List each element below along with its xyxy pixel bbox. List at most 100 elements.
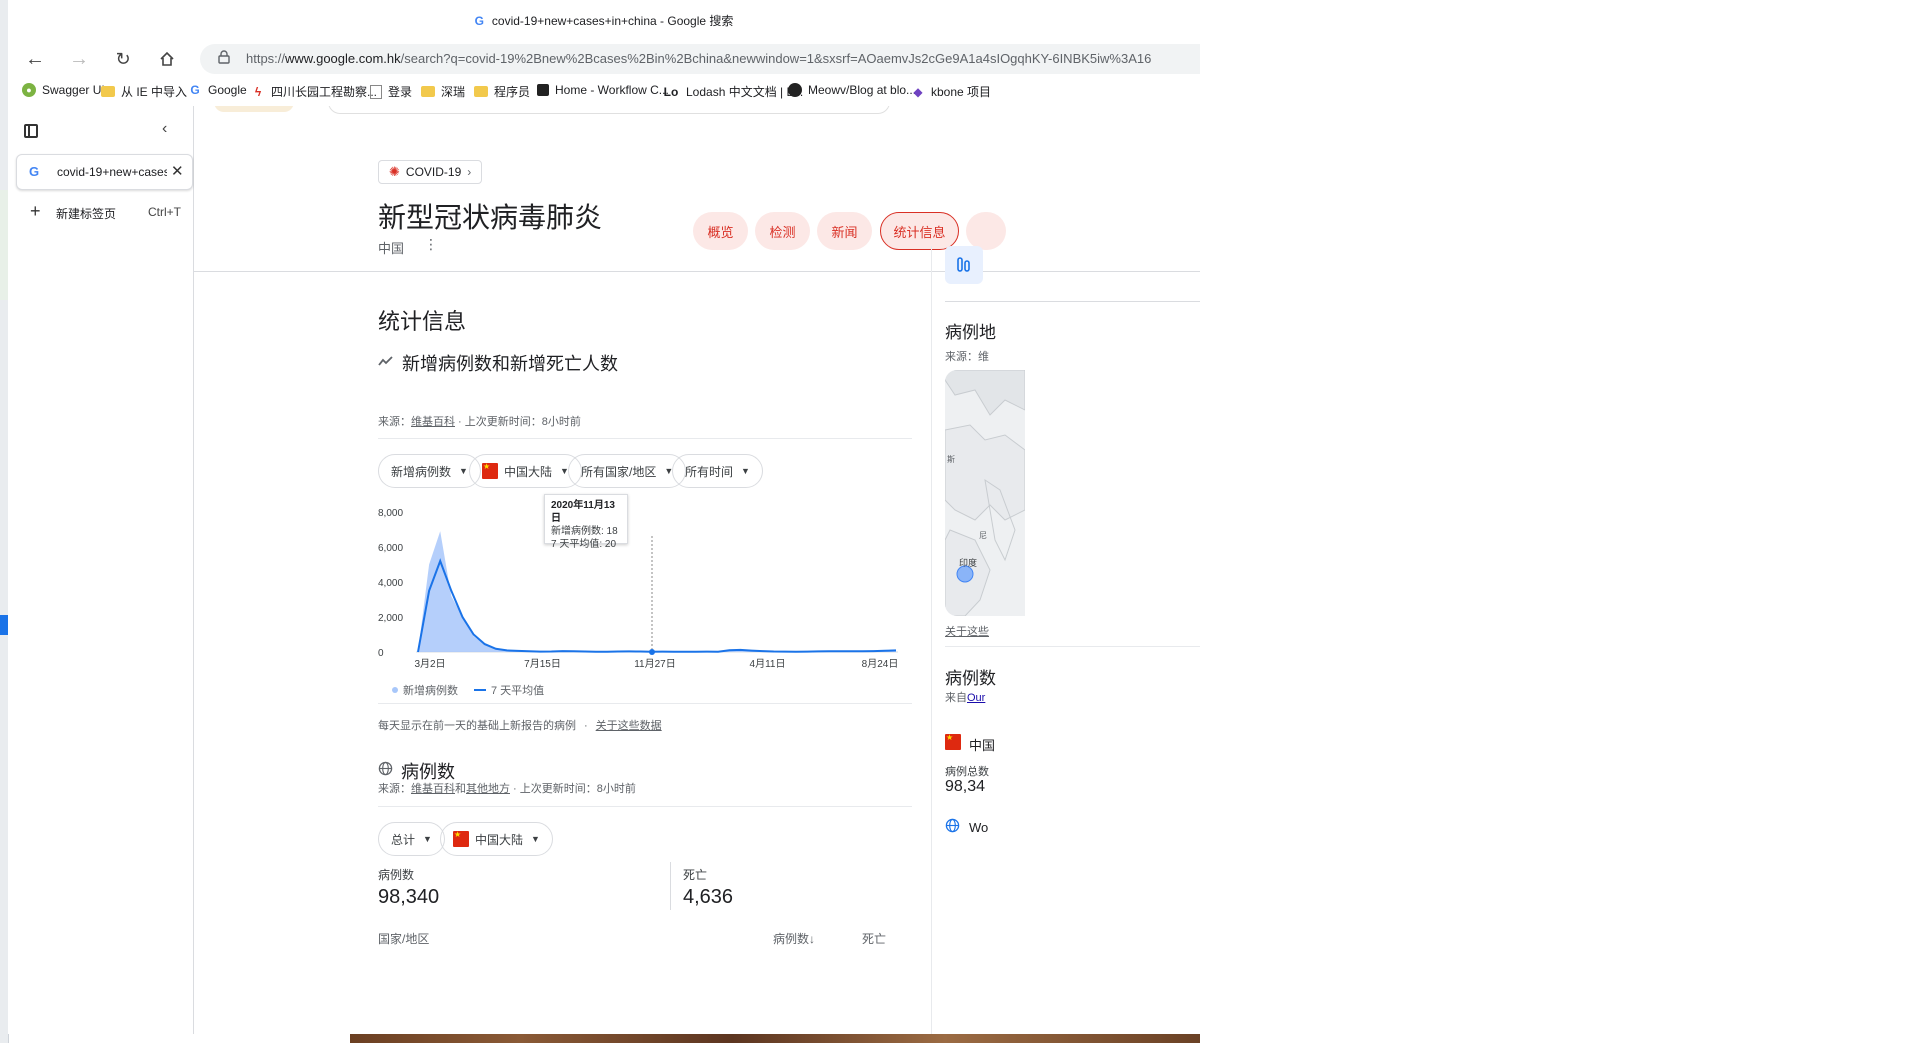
tab-statistics[interactable]: 统计信息 xyxy=(880,212,959,250)
tooltip-date: 2020年11月13日 xyxy=(551,500,615,524)
other-sources-link[interactable]: 其他地方 xyxy=(466,783,510,795)
wikipedia-link[interactable]: 维基百科 xyxy=(411,783,455,795)
tab-strip-icon[interactable] xyxy=(24,124,38,138)
divider xyxy=(945,646,1200,647)
chart-note: 每天显示在前一天的基础上新报告的病例 · 关于这些数据 xyxy=(378,720,662,732)
y-tick-label: 4,000 xyxy=(378,578,403,589)
search-box[interactable] xyxy=(328,106,890,114)
covid-chip[interactable]: ✺ COVID-19 › xyxy=(378,160,483,184)
home-icon[interactable] xyxy=(154,46,180,72)
plus-icon: + xyxy=(30,201,41,221)
test-tube-icon[interactable] xyxy=(945,246,983,284)
time-dropdown[interactable]: 所有时间 ▼ xyxy=(672,454,763,488)
new-tab-shortcut: Ctrl+T xyxy=(148,205,181,219)
case-map[interactable]: 斯 印度 尼 xyxy=(945,370,1025,616)
map-about-link[interactable]: 关于这些 xyxy=(945,623,989,639)
china-flag-icon xyxy=(482,462,498,479)
cases-line-chart[interactable]: 8,000 6,000 4,000 2,000 0 3月2日 7月15日 11月27日 4月1… xyxy=(378,508,918,668)
x-tick-label: 8月24日 xyxy=(862,658,899,668)
kbone-icon: ◆ xyxy=(913,84,923,99)
bookmark-item[interactable]: 深瑞 xyxy=(421,83,465,100)
bookmark-item[interactable]: Home - Workflow C... xyxy=(537,83,669,97)
google-icon: G xyxy=(190,83,200,97)
active-tab[interactable]: G covid-19+new+cases+in+china ✕ xyxy=(16,154,193,190)
browser-window: Gcovid-19+new+cases+in+china - Google 搜索… xyxy=(8,0,1200,1034)
our-world-link[interactable]: Our xyxy=(967,692,985,704)
bookmark-item[interactable]: ϟ 四川长园工程勘察... xyxy=(251,83,377,100)
map-label: 尼 xyxy=(979,531,987,540)
address-bar[interactable]: https://www.google.com.hk/search?q=covid… xyxy=(200,44,1200,74)
region-dropdown[interactable]: 中国大陆▼ xyxy=(469,454,582,488)
map-label: 斯 xyxy=(947,454,955,464)
total-dropdown[interactable]: 总计 ▼ xyxy=(378,822,445,856)
metric-dropdown[interactable]: 新增病例数 ▼ xyxy=(378,454,481,488)
folder-icon xyxy=(101,86,115,97)
hover-point xyxy=(649,649,655,655)
swagger-icon: ● xyxy=(22,83,36,97)
divider xyxy=(945,301,1200,302)
column-deaths[interactable]: 死亡 xyxy=(862,930,886,947)
url-text[interactable]: https://www.google.com.hk/search?q=covid… xyxy=(246,51,1151,66)
legend-average: 7 天平均值 xyxy=(491,685,545,697)
bookmark-item[interactable]: 登录 xyxy=(370,83,412,100)
lodash-icon: Lo xyxy=(663,84,679,99)
about-data-link[interactable]: 关于这些数据 xyxy=(596,720,662,732)
folder-icon xyxy=(421,86,435,97)
deaths-label: 死亡 xyxy=(683,868,708,882)
total-cases-label: 病例总数 xyxy=(945,766,989,778)
reload-icon[interactable]: ↻ xyxy=(110,46,136,72)
chevron-right-icon: › xyxy=(467,165,472,179)
more-vert-icon[interactable]: ⋮ xyxy=(424,236,438,253)
tab-title: covid-19+new+cases+in+china xyxy=(57,165,167,179)
caret-down-icon: ▼ xyxy=(531,834,540,844)
bookmark-item[interactable]: Lo Lodash 中文文档 | L... xyxy=(662,83,804,100)
new-tab-button[interactable]: + 新建标签页 Ctrl+T xyxy=(16,200,191,226)
column-cases[interactable]: 病例数↓ xyxy=(773,930,815,947)
china-flag-icon xyxy=(945,733,961,750)
book-icon xyxy=(537,84,549,96)
cases-source: 来源：维基百科和其他地方 · 上次更新时间：8小时前 xyxy=(378,783,636,795)
case-map-source: 来源：维 xyxy=(945,351,989,363)
divider xyxy=(378,438,912,439)
column-country[interactable]: 国家/地区 xyxy=(378,930,429,947)
right-column-divider xyxy=(931,246,932,1034)
legend-dot-new-cases xyxy=(392,687,398,693)
cases-region-dropdown[interactable]: 中国大陆▼ xyxy=(440,822,553,856)
cases-panel-source: 来自Our xyxy=(945,692,986,704)
tab-news[interactable]: 新闻 xyxy=(817,212,872,250)
y-tick-label: 8,000 xyxy=(378,508,403,519)
lock-icon[interactable] xyxy=(218,50,230,67)
bookmark-item[interactable]: 程序员 xyxy=(474,83,530,100)
bookmark-item[interactable]: 从 IE 中导入 xyxy=(101,83,187,100)
country-dropdown[interactable]: 所有国家/地区 ▼ xyxy=(568,454,687,488)
case-map-title: 病例地 xyxy=(945,323,996,342)
tab-testing[interactable]: 检测 xyxy=(755,212,810,250)
document-icon xyxy=(370,84,382,99)
bookmark-item[interactable]: ◆ kbone 项目 xyxy=(911,83,991,100)
globe-icon xyxy=(945,818,960,838)
bookmark-item[interactable]: ● Swagger UI xyxy=(22,83,105,97)
map-case-bubble[interactable] xyxy=(956,565,974,583)
trending-icon xyxy=(378,354,394,372)
total-cases-value: 98,34 xyxy=(945,778,986,795)
bookmarks-bar: ● Swagger UI 从 IE 中导入 G Google ϟ 四川长园工程勘察..… xyxy=(8,78,1200,106)
back-arrow-icon[interactable]: ← xyxy=(22,46,48,72)
caret-down-icon: ▼ xyxy=(741,466,750,476)
tab-overview[interactable]: 概览 xyxy=(693,212,748,250)
region-label: 中国 xyxy=(378,241,405,256)
bookmark-item[interactable]: Meowv/Blog at blo... xyxy=(788,83,916,97)
worldwide-label[interactable]: Wo xyxy=(969,820,988,835)
wikipedia-link[interactable]: 维基百科 xyxy=(411,416,455,428)
collapse-chevron-icon[interactable]: ‹ xyxy=(162,120,167,138)
china-flag-icon xyxy=(453,830,469,847)
tooltip-new-cases: 新增病例数: 18 xyxy=(551,526,618,537)
legend-line-average xyxy=(474,689,486,691)
google-doodle-logo[interactable] xyxy=(214,106,294,112)
close-tab-icon[interactable]: ✕ xyxy=(171,162,184,180)
forward-arrow-icon[interactable]: → xyxy=(66,46,92,72)
caret-down-icon: ▼ xyxy=(459,466,468,476)
github-icon xyxy=(788,83,802,97)
bookmark-item[interactable]: G Google xyxy=(188,83,246,97)
search-results-page: ✺ COVID-19 › 新型冠状病毒肺炎 中国 ⋮ 概览 检测 新闻 统计信息 统… xyxy=(194,106,1200,1034)
tab-more[interactable] xyxy=(966,212,1006,250)
